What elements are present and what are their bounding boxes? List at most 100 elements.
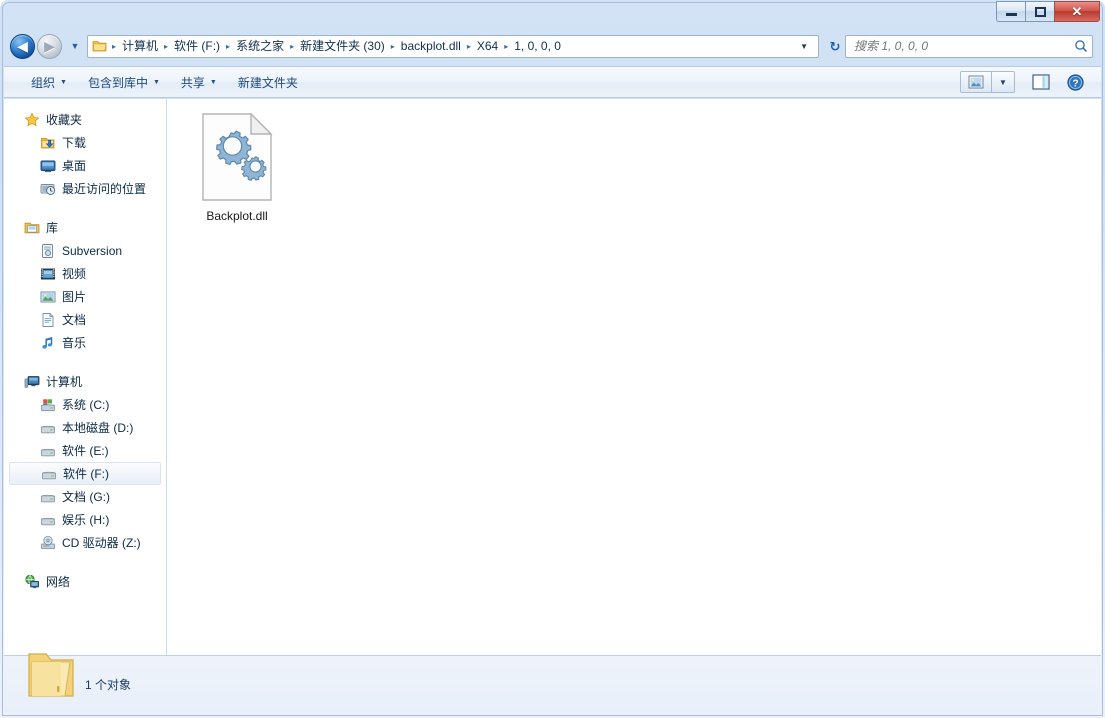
breadcrumb-separator: ▸	[466, 41, 471, 51]
sidebar-item-drive-f[interactable]: 软件 (F:)	[9, 462, 161, 485]
sidebar-item-drive-g[interactable]: 文档 (G:)	[4, 485, 166, 508]
refresh-icon: ↻	[829, 38, 841, 54]
breadcrumb-item-backplot[interactable]: backplot.dll	[397, 37, 465, 56]
drive-icon	[41, 448, 55, 456]
share-with-button[interactable]: 共享 ▼	[172, 70, 226, 95]
sidebar-item-cd-drive-z[interactable]: CD 驱动器 (Z:)	[4, 531, 166, 554]
sidebar-label: 文档	[62, 312, 87, 327]
sidebar-item-downloads[interactable]: 下载	[4, 131, 166, 154]
file-name-label: Backplot.dll	[206, 209, 268, 223]
sidebar-item-music[interactable]: 音乐	[4, 331, 166, 354]
sidebar-label: 网络	[46, 574, 71, 589]
sidebar-label: 库	[46, 220, 59, 235]
sidebar-item-computer[interactable]: 计算机	[4, 370, 166, 393]
sidebar-label: 下载	[62, 135, 87, 150]
downloads-icon	[41, 137, 55, 148]
sidebar-label: 系统 (C:)	[62, 397, 110, 412]
sidebar-item-desktop[interactable]: 桌面	[4, 154, 166, 177]
refresh-button[interactable]: ↻	[825, 40, 845, 53]
forward-arrow-icon: ▶	[44, 38, 55, 54]
sidebar-item-drive-e[interactable]: 软件 (E:)	[4, 439, 166, 462]
search-box[interactable]	[845, 34, 1093, 58]
forward-button[interactable]: ▶	[37, 33, 62, 59]
drive-icon	[41, 494, 55, 502]
recent-pages-dropdown-button[interactable]: ▼	[67, 40, 83, 51]
include-in-library-button[interactable]: 包含到库中 ▼	[79, 70, 169, 95]
sidebar-label: 软件 (E:)	[62, 443, 109, 458]
sidebar-item-recent-places[interactable]: 最近访问的位置	[4, 177, 166, 200]
chevron-down-icon: ▼	[70, 40, 80, 51]
back-button[interactable]: ◀	[10, 33, 35, 59]
address-bar[interactable]: ▸ 计算机 ▸ 软件 (F:) ▸ 系统之家 ▸ 新建文件夹 (30) ▸ ba…	[87, 34, 819, 58]
search-icon	[1075, 40, 1088, 53]
organize-button[interactable]: 组织 ▼	[22, 70, 76, 95]
sidebar-label: 文档 (G:)	[62, 489, 110, 504]
sidebar-item-pictures[interactable]: 图片	[4, 285, 166, 308]
music-icon	[42, 336, 53, 349]
library-icon	[24, 222, 40, 233]
sidebar-label: 视频	[62, 266, 87, 281]
file-item-backplot-dll[interactable]: Backplot.dll	[185, 113, 289, 223]
address-dropdown-button[interactable]: ▼	[796, 42, 816, 51]
back-arrow-icon: ◀	[17, 38, 28, 54]
maximize-button[interactable]	[1025, 1, 1054, 22]
new-folder-button[interactable]: 新建文件夹	[229, 70, 307, 95]
cd-drive-icon	[41, 535, 55, 549]
sidebar-item-network[interactable]: 网络	[4, 570, 166, 593]
title-bar: ✕	[0, 0, 1105, 28]
file-list-view[interactable]: Backplot.dll	[167, 99, 1101, 655]
recent-places-icon	[40, 183, 56, 195]
minimize-icon	[1005, 13, 1017, 16]
view-mode-group: ▼	[960, 71, 1015, 93]
chevron-down-icon: ▼	[152, 78, 160, 86]
drive-icon	[42, 471, 56, 479]
breadcrumb-item-version[interactable]: 1, 0, 0, 0	[510, 37, 565, 56]
explorer-window: ✕ ◀ ▶ ▼ ▸ 计算机 ▸ 软件 (F:) ▸ 系统之家 ▸ 新建文件夹 (	[0, 0, 1105, 718]
sidebar-label: 本地磁盘 (D:)	[62, 420, 134, 435]
share-with-label: 共享	[180, 75, 205, 90]
change-view-button[interactable]	[961, 72, 991, 92]
sidebar-item-drive-c[interactable]: 系统 (C:)	[4, 393, 166, 416]
breadcrumb-item-computer[interactable]: 计算机	[118, 37, 162, 56]
help-icon: ?	[1066, 73, 1084, 91]
sidebar-item-drive-d[interactable]: 本地磁盘 (D:)	[4, 416, 166, 439]
command-toolbar: 组织 ▼ 包含到库中 ▼ 共享 ▼ 新建文件夹 ▼ ?	[4, 66, 1101, 98]
computer-icon	[24, 375, 40, 388]
close-button[interactable]: ✕	[1054, 1, 1100, 22]
breadcrumb-item-xitongzhijia[interactable]: 系统之家	[232, 37, 288, 56]
breadcrumb-item-drive-f[interactable]: 软件 (F:)	[170, 37, 224, 56]
chevron-down-icon: ▼	[60, 78, 67, 86]
dll-file-icon	[202, 113, 273, 201]
minimize-button[interactable]	[996, 1, 1025, 22]
chevron-down-icon: ▼	[209, 78, 217, 86]
caption-button-group: ✕	[996, 1, 1100, 22]
sidebar-item-libraries[interactable]: 库	[4, 216, 166, 239]
sidebar-label: CD 驱动器 (Z:)	[62, 535, 141, 550]
breadcrumb-separator: ▸	[164, 41, 169, 51]
drive-icon	[41, 425, 55, 433]
explorer-body: 收藏夹 下载 桌面 最近访问的位置 库 Subversion 视频 图片 文档 …	[4, 99, 1101, 655]
breadcrumb-separator: ▸	[390, 41, 395, 51]
navigation-pane[interactable]: 收藏夹 下载 桌面 最近访问的位置 库 Subversion 视频 图片 文档 …	[4, 99, 167, 655]
sidebar-item-drive-h[interactable]: 娱乐 (H:)	[4, 508, 166, 531]
view-mode-dropdown-button[interactable]: ▼	[992, 72, 1014, 92]
sidebar-label: 收藏夹	[46, 112, 83, 127]
sidebar-label: 最近访问的位置	[62, 181, 147, 196]
preview-pane-icon	[1032, 74, 1050, 90]
breadcrumb-item-new-folder[interactable]: 新建文件夹 (30)	[296, 37, 389, 56]
sidebar-item-favorites[interactable]: 收藏夹	[4, 108, 166, 131]
help-button[interactable]: ?	[1065, 73, 1085, 91]
sidebar-item-videos[interactable]: 视频	[4, 262, 166, 285]
nav-group-computer: 计算机 系统 (C:) 本地磁盘 (D:) 软件 (E:) 软件 (F:) 文档…	[4, 370, 166, 554]
breadcrumb-item-x64[interactable]: X64	[473, 37, 502, 56]
sidebar-item-subversion[interactable]: Subversion	[4, 239, 166, 262]
preview-pane-button[interactable]	[1029, 74, 1053, 90]
system-drive-icon	[41, 398, 55, 411]
folder-icon	[92, 41, 107, 52]
documents-icon	[42, 312, 54, 327]
svg-text:?: ?	[1072, 78, 1078, 89]
sidebar-item-documents[interactable]: 文档	[4, 308, 166, 331]
search-input[interactable]	[854, 39, 1074, 53]
maximize-icon	[1034, 6, 1046, 17]
status-bar: 1 个对象	[4, 653, 1101, 712]
